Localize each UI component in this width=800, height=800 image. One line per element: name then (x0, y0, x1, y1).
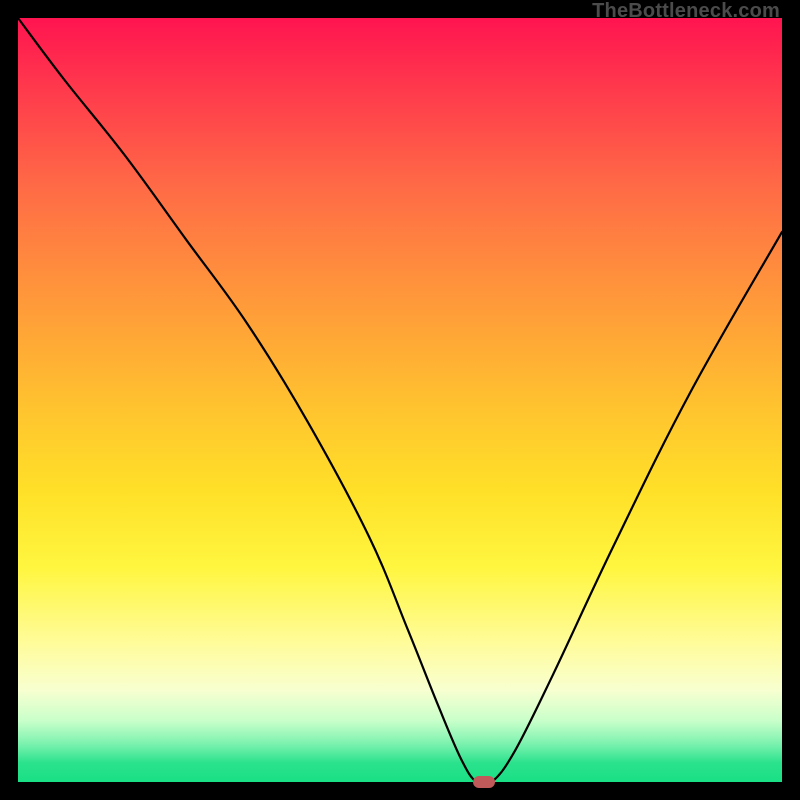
bottleneck-curve (18, 18, 782, 782)
optimum-marker (473, 776, 495, 788)
chart-frame: TheBottleneck.com (0, 0, 800, 800)
plot-area (18, 18, 782, 782)
